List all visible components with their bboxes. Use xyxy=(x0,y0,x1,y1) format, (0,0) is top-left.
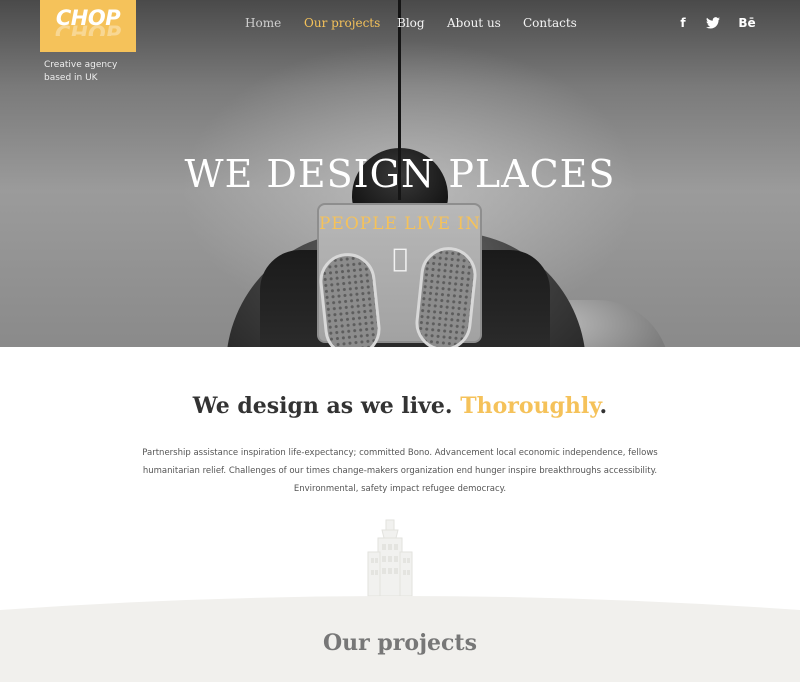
about-heading-end: . xyxy=(599,393,608,419)
apple-logo-icon:  xyxy=(388,245,412,273)
about-heading: We design as we live. Thoroughly. xyxy=(0,393,800,419)
tagline-line-1: Creative agency xyxy=(44,60,118,70)
about-heading-main: We design as we live. xyxy=(192,393,461,419)
tagline-line-2: based in UK xyxy=(44,73,98,83)
about-heading-accent: Thoroughly xyxy=(460,393,600,419)
projects-heading: Our projects xyxy=(323,630,477,656)
twitter-bird-icon xyxy=(706,17,720,29)
nav-item-our-projects[interactable]: Our projects xyxy=(304,16,380,30)
tagline: Creative agency based in UK xyxy=(44,59,154,85)
facebook-icon[interactable]: f xyxy=(678,16,688,30)
hero-subtitle: PEOPLE LIVE IN xyxy=(318,214,481,234)
hero-title: WE DESIGN PLACES xyxy=(184,152,616,196)
nav-item-about-us[interactable]: About us xyxy=(447,16,501,30)
nav-item-blog[interactable]: Blog xyxy=(397,16,425,30)
nav-item-home[interactable]: Home xyxy=(245,16,281,30)
building-icon xyxy=(367,519,413,597)
behance-icon[interactable]: Bē xyxy=(737,16,757,30)
about-description: Partnership assistance inspiration life-… xyxy=(142,448,658,494)
nav-item-contacts[interactable]: Contacts xyxy=(523,16,577,30)
twitter-icon[interactable] xyxy=(705,17,721,32)
